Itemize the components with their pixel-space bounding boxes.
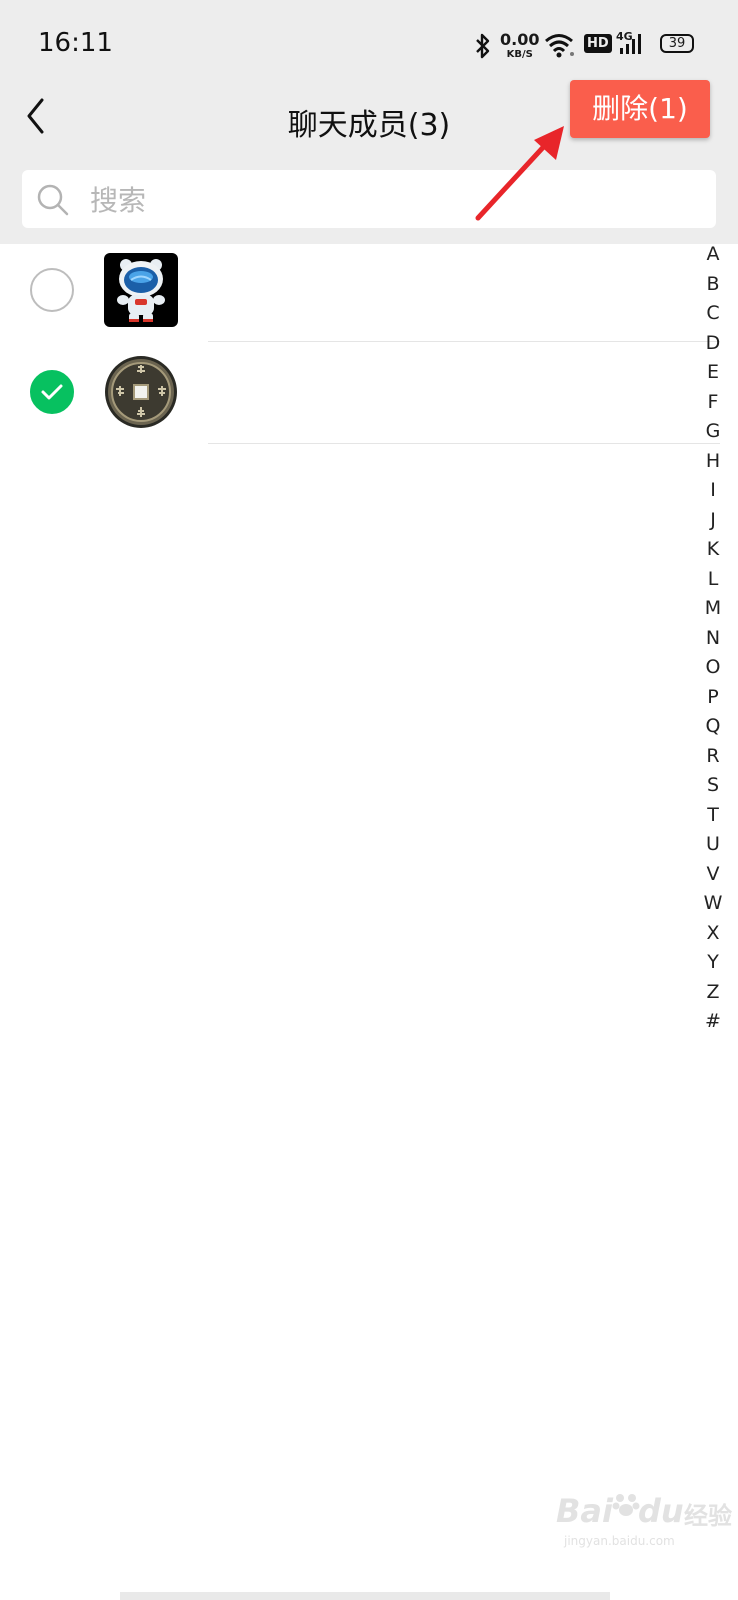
index-letter[interactable]: R [696,742,730,772]
select-checkbox[interactable] [30,268,74,312]
delete-button[interactable]: 删除(1) [570,80,710,138]
net-speed-unit: KB/S [506,49,533,60]
index-letter[interactable]: M [696,594,730,624]
index-letter[interactable]: K [696,535,730,565]
index-letter[interactable]: A [696,240,730,270]
index-letter[interactable]: S [696,771,730,801]
watermark-url: jingyan.baidu.com [564,1534,675,1548]
astronaut-avatar [104,253,178,327]
row-divider [208,443,720,444]
search-input[interactable] [88,170,692,230]
search-box[interactable] [22,170,716,230]
index-letter[interactable]: T [696,801,730,831]
check-icon [41,384,63,400]
index-letter[interactable]: E [696,358,730,388]
paw-icon [612,1494,640,1516]
index-letter[interactable]: U [696,830,730,860]
bottom-bar [120,1592,610,1600]
bluetooth-icon [474,32,492,64]
index-letter[interactable]: N [696,624,730,654]
index-letter[interactable]: Q [696,712,730,742]
index-letter[interactable]: L [696,565,730,595]
index-letter[interactable]: O [696,653,730,683]
status-time: 16:11 [38,28,113,58]
status-bar: 16:11 0.00 KB/S HD 4G 39 [0,0,738,88]
header: 聊天成员(3) 删除(1) [0,80,738,154]
index-letter[interactable]: # [696,1007,730,1037]
index-letter[interactable]: D [696,329,730,359]
index-letter[interactable]: Y [696,948,730,978]
search-bar [0,154,738,244]
annotation-arrow-icon [475,126,564,221]
baidu-watermark: Bai du 经验 jingyan.baidu.com [556,1490,736,1550]
index-letter[interactable]: I [696,476,730,506]
watermark-product: 经验 [684,1502,732,1530]
coin-avatar [104,355,178,429]
index-letter[interactable]: C [696,299,730,329]
index-letter[interactable]: P [696,683,730,713]
watermark-brand-suffix: du [638,1492,684,1530]
index-letter[interactable]: J [696,506,730,536]
alphabet-index[interactable]: A B C D E F G H I J K L M N O P Q R S T U V W X Y Z # [696,240,730,1037]
net-speed: 0.00 KB/S [500,32,539,60]
net-speed-value: 0.00 [500,30,540,49]
index-letter[interactable]: H [696,447,730,477]
index-letter[interactable]: W [696,889,730,919]
index-letter[interactable]: V [696,860,730,890]
hd-badge: HD [584,34,612,53]
index-letter[interactable]: B [696,270,730,300]
member-row[interactable] [0,342,720,444]
watermark-brand: Bai [556,1492,613,1530]
member-row[interactable] [0,240,720,342]
index-letter[interactable]: Z [696,978,730,1008]
index-letter[interactable]: X [696,919,730,949]
wifi-icon [544,32,576,64]
select-checkbox-checked[interactable] [30,370,74,414]
index-letter[interactable]: F [696,388,730,418]
status-icons: 0.00 KB/S HD 4G 39 [474,30,704,64]
battery-icon: 39 [660,34,694,53]
index-letter[interactable]: G [696,417,730,447]
search-icon [37,184,69,216]
